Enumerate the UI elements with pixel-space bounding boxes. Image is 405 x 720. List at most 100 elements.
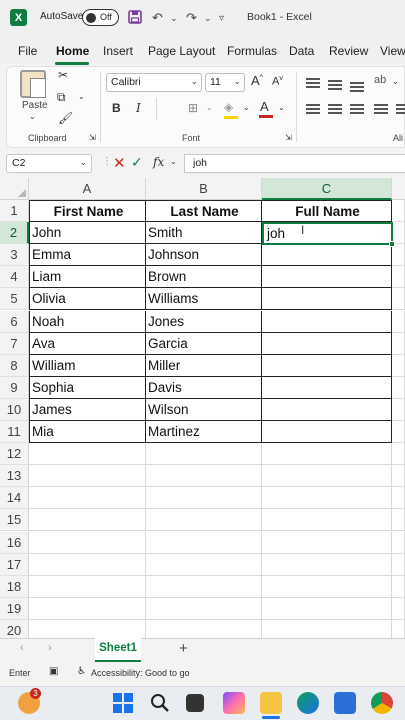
borders-icon[interactable]: ⊞ [188,101,198,115]
align-right-icon[interactable] [350,104,364,114]
row-header-8[interactable]: 8 [0,354,29,377]
cell-a16[interactable] [29,531,146,554]
tab-page-layout[interactable]: Page Layout [148,44,215,58]
row-header-4[interactable]: 4 [0,266,29,289]
previous-sheet-icon[interactable]: ‹ [20,642,24,654]
paste-button[interactable]: Paste [22,100,48,111]
cell-b15[interactable] [146,509,262,532]
cell-a17[interactable] [29,553,146,576]
cell-d11[interactable] [392,421,405,443]
cell-a4[interactable]: Liam [29,266,146,289]
cell-b12[interactable] [146,443,262,466]
align-center-icon[interactable] [328,104,342,114]
font-color-dropdown-icon[interactable]: ⌄ [278,103,285,112]
cell-b19[interactable] [146,597,262,620]
cell-a8[interactable]: William [29,354,146,377]
cell-c16[interactable] [262,531,392,554]
cell-c5[interactable] [262,288,392,311]
cell-c11[interactable] [262,421,392,443]
row-header-3[interactable]: 3 [0,244,29,267]
format-painter-icon[interactable]: 🖌 [58,111,73,125]
copilot-icon[interactable] [223,692,245,714]
tab-view[interactable]: View [380,44,405,58]
cell-d14[interactable] [392,487,405,510]
cell-b2[interactable]: Smith [146,222,262,245]
macro-recording-icon[interactable]: ▣ [49,666,58,677]
name-box[interactable]: C2 ⌄ [6,154,92,173]
align-bottom-icon[interactable] [350,82,364,92]
cell-a12[interactable] [29,443,146,466]
cell-b13[interactable] [146,465,262,488]
cell-c7[interactable] [262,332,392,355]
cell-c3[interactable] [262,244,392,267]
accessibility-icon[interactable]: ♿ [77,666,86,677]
cell-a15[interactable] [29,509,146,532]
sheet-tab-sheet1[interactable]: Sheet1 [95,638,141,662]
cell-d5[interactable] [392,288,405,311]
cell-b1[interactable]: Last Name [146,200,262,222]
cell-c17[interactable] [262,553,392,576]
edge-browser-icon[interactable] [297,692,319,714]
cell-b3[interactable]: Johnson [146,244,262,267]
windows-start-icon[interactable] [112,692,134,714]
store-icon[interactable] [334,692,356,714]
undo-dropdown-icon[interactable]: ⌄ [170,13,178,24]
cell-b7[interactable]: Garcia [146,332,262,355]
row-header-19[interactable]: 19 [0,597,29,620]
cell-b10[interactable]: Wilson [146,398,262,421]
cell-c13[interactable] [262,465,392,488]
cell-d18[interactable] [392,575,405,598]
cell-b5[interactable]: Williams [146,288,262,311]
worksheet-grid[interactable]: A B C 1 2 3 4 5 6 7 8 9 10 11 12 13 14 15 16 17 18 19 20 Fi… [0,178,405,642]
orientation-icon[interactable]: ab [374,74,386,86]
cell-b17[interactable] [146,553,262,576]
cell-d3[interactable] [392,244,405,267]
cell-c19[interactable] [262,597,392,620]
font-launcher-icon[interactable]: ⇲ [285,133,292,142]
cell-b4[interactable]: Brown [146,266,262,289]
cell-c1[interactable]: Full Name [262,200,392,222]
active-cell-c2[interactable]: joh [262,222,395,247]
cell-a7[interactable]: Ava [29,332,146,355]
fill-color-icon[interactable]: ◈ [224,100,233,114]
increase-font-size-button[interactable]: A^ [251,73,263,88]
cell-b16[interactable] [146,531,262,554]
fill-color-dropdown-icon[interactable]: ⌄ [243,103,250,112]
row-header-10[interactable]: 10 [0,398,29,421]
align-left-icon[interactable] [306,104,320,114]
decrease-font-size-button[interactable]: Av [272,75,283,88]
cell-b14[interactable] [146,487,262,510]
paste-icon[interactable] [20,70,46,98]
cell-b11[interactable]: Martinez [146,421,262,443]
cell-d8[interactable] [392,354,405,377]
column-header-c[interactable]: C [262,178,392,200]
tab-file[interactable]: File [18,44,37,58]
cell-d6[interactable] [392,310,405,333]
paste-dropdown-icon[interactable]: ⌄ [29,112,36,121]
cell-d13[interactable] [392,465,405,488]
cell-a13[interactable] [29,465,146,488]
add-sheet-button[interactable]: + [179,640,188,657]
row-header-14[interactable]: 14 [0,487,29,510]
increase-indent-icon[interactable] [396,104,405,114]
row-header-15[interactable]: 15 [0,509,29,532]
cell-d1[interactable] [392,200,405,222]
cell-c8[interactable] [262,354,392,377]
italic-button[interactable]: I [136,101,141,115]
row-header-6[interactable]: 6 [0,310,29,333]
copy-dropdown-icon[interactable]: ⌄ [78,92,85,101]
row-header-7[interactable]: 7 [0,332,29,355]
row-header-9[interactable]: 9 [0,376,29,399]
cell-c15[interactable] [262,509,392,532]
cell-d7[interactable] [392,332,405,355]
cell-c14[interactable] [262,487,392,510]
cell-a3[interactable]: Emma [29,244,146,267]
cell-c4[interactable] [262,266,392,289]
cell-a5[interactable]: Olivia [29,288,146,311]
font-color-icon[interactable]: A [260,99,269,114]
cell-a11[interactable]: Mia [29,421,146,443]
cell-a18[interactable] [29,575,146,598]
cell-a10[interactable]: James [29,398,146,421]
cell-c6[interactable] [262,310,392,333]
cell-d15[interactable] [392,509,405,532]
